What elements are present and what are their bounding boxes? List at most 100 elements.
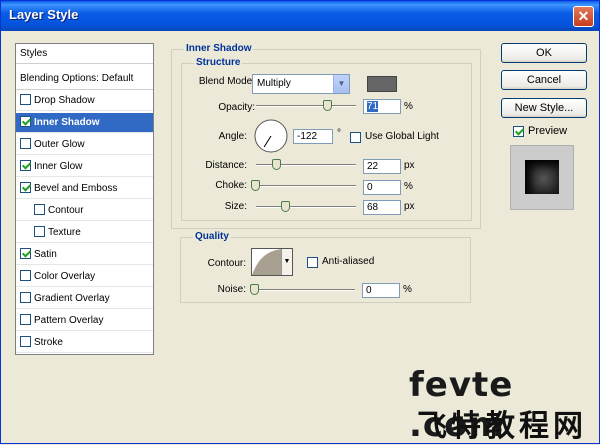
distance-unit: px xyxy=(404,160,415,171)
style-item-bevel-and-emboss[interactable]: Bevel and Emboss xyxy=(16,179,153,199)
noise-value: 0 xyxy=(366,285,372,296)
blend-mode-label: Blend Mode: xyxy=(198,76,255,87)
use-global-light-label: Use Global Light xyxy=(365,131,439,142)
quality-title: Quality xyxy=(193,231,231,242)
opacity-value: 71 xyxy=(367,101,379,112)
angle-value: -122 xyxy=(297,131,318,142)
angle-unit: ° xyxy=(337,128,341,139)
noise-field[interactable]: 0 xyxy=(362,283,400,298)
style-checkbox[interactable] xyxy=(20,292,31,303)
blend-mode-value: Multiply xyxy=(257,78,291,89)
style-item-outer-glow[interactable]: Outer Glow xyxy=(16,135,153,155)
angle-field[interactable]: -122 xyxy=(293,129,333,144)
style-checkbox[interactable] xyxy=(34,226,45,237)
opacity-slider-track[interactable] xyxy=(256,105,356,107)
style-item-inner-glow[interactable]: Inner Glow xyxy=(16,157,153,177)
blending-options-item[interactable]: Blending Options: Default xyxy=(16,69,153,90)
style-item-label: Contour xyxy=(48,205,84,216)
blend-mode-select[interactable]: Multiply ▼ xyxy=(252,74,350,94)
size-slider-track[interactable] xyxy=(256,206,356,208)
noise-slider-thumb[interactable] xyxy=(250,284,259,295)
choke-slider-track[interactable] xyxy=(256,185,356,187)
style-item-label: Color Overlay xyxy=(34,271,96,282)
noise-unit: % xyxy=(403,284,412,295)
style-checkbox[interactable] xyxy=(20,248,31,259)
ok-button[interactable]: OK xyxy=(501,43,587,63)
choke-slider-thumb[interactable] xyxy=(251,180,260,191)
distance-field[interactable]: 22 xyxy=(363,159,401,174)
style-item-label: Inner Shadow xyxy=(34,117,100,128)
opacity-unit: % xyxy=(404,101,413,112)
structure-title: Structure xyxy=(194,57,243,68)
style-item-gradient-overlay[interactable]: Gradient Overlay xyxy=(16,289,153,309)
window-title: Layer Style xyxy=(9,7,79,22)
style-item-color-overlay[interactable]: Color Overlay xyxy=(16,267,153,287)
style-item-label: Outer Glow xyxy=(34,139,85,150)
quality-group: Quality Contour: ▼ Anti-aliased Noise: 0… xyxy=(180,231,471,303)
style-checkbox[interactable] xyxy=(20,160,31,171)
style-item-label: Drop Shadow xyxy=(34,95,95,106)
close-button[interactable]: ✕ xyxy=(573,6,594,27)
opacity-field[interactable]: 71 xyxy=(363,99,401,114)
noise-label: Noise: xyxy=(217,284,246,295)
distance-slider-thumb[interactable] xyxy=(272,159,281,170)
cancel-button[interactable]: Cancel xyxy=(501,70,587,90)
styles-list: Styles Blending Options: Default Drop Sh… xyxy=(15,43,154,355)
inner-shadow-group: Inner Shadow Structure Blend Mode: Multi… xyxy=(171,43,481,229)
chevron-down-icon[interactable]: ▼ xyxy=(333,75,349,93)
distance-label: Distance: xyxy=(205,160,247,171)
style-checkbox[interactable] xyxy=(20,138,31,149)
size-value: 68 xyxy=(367,202,379,213)
anti-aliased-label: Anti-aliased xyxy=(322,256,375,267)
angle-label: Angle: xyxy=(218,131,247,142)
contour-dropdown-arrow-icon[interactable]: ▼ xyxy=(281,249,292,275)
layer-style-dialog: Layer Style ✕ Styles Blending Options: D… xyxy=(0,0,600,445)
size-label: Size: xyxy=(224,201,247,212)
style-item-satin[interactable]: Satin xyxy=(16,245,153,265)
angle-dial-icon xyxy=(254,119,288,153)
style-item-contour[interactable]: Contour xyxy=(16,201,153,221)
styles-header[interactable]: Styles xyxy=(16,44,153,64)
preview-thumbnail xyxy=(510,145,574,210)
use-global-light-checkbox[interactable] xyxy=(350,132,361,143)
structure-group: Structure Blend Mode: Multiply ▼ Opacity… xyxy=(181,57,472,221)
opacity-slider-thumb[interactable] xyxy=(323,100,332,111)
preview-checkbox[interactable] xyxy=(513,126,524,137)
style-checkbox[interactable] xyxy=(20,314,31,325)
preview-label: Preview xyxy=(528,125,568,137)
noise-slider-track[interactable] xyxy=(255,289,355,291)
style-checkbox[interactable] xyxy=(20,94,31,105)
choke-field[interactable]: 0 xyxy=(363,180,401,195)
inner-shadow-title: Inner Shadow xyxy=(184,43,254,54)
style-item-texture[interactable]: Texture xyxy=(16,223,153,243)
style-checkbox[interactable] xyxy=(20,182,31,193)
choke-value: 0 xyxy=(367,182,373,193)
distance-slider-track[interactable] xyxy=(256,164,356,166)
style-item-drop-shadow[interactable]: Drop Shadow xyxy=(16,91,153,111)
style-item-stroke[interactable]: Stroke xyxy=(16,333,153,353)
shadow-color-swatch[interactable] xyxy=(367,76,397,92)
style-item-label: Texture xyxy=(48,227,81,238)
close-icon: ✕ xyxy=(577,8,590,24)
size-slider-thumb[interactable] xyxy=(281,201,290,212)
watermark-text-cn: 飞特教程网 xyxy=(417,409,587,444)
contour-label: Contour: xyxy=(207,258,246,269)
style-item-label: Stroke xyxy=(34,337,63,348)
style-item-pattern-overlay[interactable]: Pattern Overlay xyxy=(16,311,153,331)
style-checkbox[interactable] xyxy=(20,336,31,347)
distance-value: 22 xyxy=(367,161,379,172)
style-checkbox[interactable] xyxy=(20,270,31,281)
opacity-label: Opacity: xyxy=(218,102,255,113)
size-unit: px xyxy=(404,201,415,212)
style-checkbox[interactable] xyxy=(20,116,31,127)
choke-label: Choke: xyxy=(215,180,247,191)
style-checkbox[interactable] xyxy=(34,204,45,215)
angle-dial[interactable] xyxy=(253,118,289,154)
style-item-label: Gradient Overlay xyxy=(34,293,110,304)
style-item-inner-shadow[interactable]: Inner Shadow xyxy=(16,113,153,133)
size-field[interactable]: 68 xyxy=(363,200,401,215)
anti-aliased-checkbox[interactable] xyxy=(307,257,318,268)
title-bar[interactable]: Layer Style ✕ xyxy=(1,1,599,31)
new-style-button[interactable]: New Style... xyxy=(501,98,587,118)
contour-picker[interactable]: ▼ xyxy=(251,248,293,276)
